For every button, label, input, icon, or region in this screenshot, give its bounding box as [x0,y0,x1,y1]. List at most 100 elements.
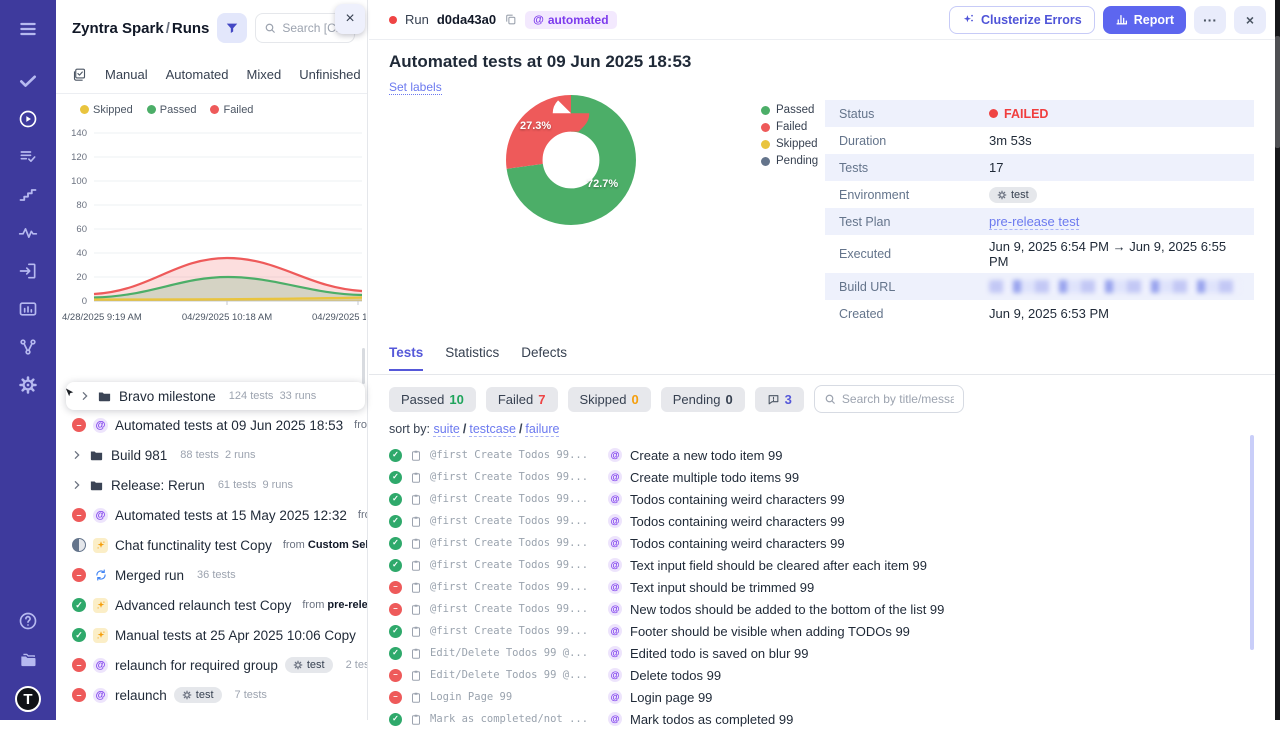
passed-status-icon: ✓ [389,515,402,528]
play-circle-icon[interactable] [0,100,56,138]
test-row[interactable]: ✓ @first Create Todos 99... @ Create a n… [389,444,1260,466]
legend-skipped: Skipped [80,104,133,116]
tests-search-input[interactable] [842,392,954,406]
steps-icon[interactable] [0,176,56,214]
sort-by-failure-link[interactable]: failure [525,422,559,437]
test-title: Text input should be trimmed 99 [630,580,814,595]
passed-percent-label: 72.7% [587,178,618,190]
test-row[interactable]: ✓ @first Create Todos 99... @ Todos cont… [389,532,1260,554]
app-logo[interactable]: T [15,686,41,712]
suite-name: @first Create Todos 99... [430,471,600,483]
clusterize-errors-button[interactable]: Clusterize Errors [949,6,1095,34]
filter-button[interactable] [217,13,247,43]
run-row[interactable]: – Merged run 36 tests [56,560,367,590]
svg-text:60: 60 [76,224,87,235]
tab-unfinished[interactable]: Unfinished [299,67,360,82]
settings-gear-icon[interactable] [0,366,56,404]
list-check-icon[interactable] [0,138,56,176]
sign-in-icon[interactable] [0,252,56,290]
tab-defects[interactable]: Defects [521,345,567,369]
folder-icon [97,389,112,404]
app-sidebar: T [0,0,56,720]
automated-run-icon: @ [93,658,108,673]
run-name: Manual tests at 25 Apr 2025 10:06 Copy [115,628,356,643]
run-overview: Automated tests at 09 Jun 2025 18:53 Set… [369,40,1280,345]
test-row[interactable]: – Edit/Delete Todos 99 @... @ Delete tod… [389,664,1260,686]
chevron-right-icon[interactable] [72,450,82,460]
sort-by-suite-link[interactable]: suite [433,422,459,437]
branch-icon[interactable] [0,328,56,366]
results-donut-chart: 27.3% 72.7% [505,94,637,226]
run-row[interactable]: – @ Automated tests at 15 May 2025 12:32… [56,500,367,530]
run-name: Build 981 [111,448,167,463]
test-row[interactable]: ✓ Mark as completed/not ... @ Mark todos… [389,708,1260,730]
set-labels-link[interactable]: Set labels [389,80,442,95]
test-title: New todos should be added to the bottom … [630,602,944,617]
run-row[interactable]: Chat functinality test Copy from Custom … [56,530,367,560]
run-row-folder[interactable]: Bravo milestone 124 tests 33 runs [66,382,365,410]
copy-icon[interactable] [504,13,517,26]
activity-icon[interactable] [0,214,56,252]
more-button[interactable]: ··· [1194,6,1226,34]
panel-close-button[interactable]: × [335,4,365,34]
filter-failed-button[interactable]: Failed7 [486,387,558,412]
run-header: Run d0da43a0 @automated Clusterize Error… [369,0,1280,40]
tab-manual[interactable]: Manual [105,67,148,82]
run-row[interactable]: – @ relaunch test 7 tests [56,680,367,710]
check-icon[interactable] [0,62,56,100]
svg-text:140: 140 [71,128,87,139]
tab-automated[interactable]: Automated [166,67,229,82]
suite-name: @first Create Todos 99... [430,581,600,593]
tab-mixed[interactable]: Mixed [247,67,282,82]
run-row[interactable]: – @ relaunch for required group test 2 t… [56,650,367,680]
filter-passed-button[interactable]: Passed10 [389,387,476,412]
clipboard-icon [410,625,422,638]
panel-scrollbar-thumb[interactable] [362,348,365,384]
tab-tests[interactable]: Tests [389,345,423,371]
merged-run-icon [93,568,108,583]
test-row[interactable]: ✓ @first Create Todos 99... @ Text input… [389,554,1260,576]
run-row-folder[interactable]: Release: Rerun 61 tests 9 runs [56,470,367,500]
chevron-right-icon[interactable] [80,391,90,401]
filter-comments-button[interactable]: 3 [755,387,804,412]
failed-status-icon: – [72,688,86,702]
window-scrollbar-thumb[interactable] [1275,36,1280,148]
report-button[interactable]: Report [1103,6,1186,34]
automated-icon: @ [608,668,622,682]
gear-icon [997,190,1007,200]
passed-status-icon: ✓ [389,537,402,550]
filter-skipped-button[interactable]: Skipped0 [568,387,651,412]
test-row[interactable]: – @first Create Todos 99... @ New todos … [389,598,1260,620]
test-plan-link[interactable]: pre-release test [989,214,1079,230]
test-title: Todos containing weird characters 99 [630,536,845,551]
run-detail-panel: Run d0da43a0 @automated Clusterize Error… [369,0,1280,720]
test-row[interactable]: ✓ @first Create Todos 99... @ Todos cont… [389,510,1260,532]
test-row[interactable]: – @first Create Todos 99... @ Text input… [389,576,1260,598]
filter-pending-button[interactable]: Pending0 [661,387,745,412]
run-name: Bravo milestone [119,389,216,404]
tab-statistics[interactable]: Statistics [445,345,499,369]
menu-icon[interactable] [0,10,56,48]
test-row[interactable]: – Login Page 99 @ Login page 99 [389,686,1260,708]
close-run-button[interactable]: × [1234,6,1266,34]
run-row-folder[interactable]: Build 981 88 tests 2 runs [56,440,367,470]
sort-by-testcase-link[interactable]: testcase [469,422,516,437]
window-scrollbar-track[interactable] [1275,0,1280,720]
run-row[interactable]: ✓ Advanced relaunch test Copy from pre-r… [56,590,367,620]
test-row[interactable]: ✓ @first Create Todos 99... @ Todos cont… [389,488,1260,510]
folders-icon[interactable] [0,640,56,678]
run-row[interactable]: – @ Automated tests at 09 Jun 2025 18:53… [56,410,367,440]
select-runs-icon[interactable] [72,67,87,82]
test-row[interactable]: ✓ @first Create Todos 99... @ Create mul… [389,466,1260,488]
chevron-right-icon[interactable] [72,480,82,490]
run-from: from Custom Selection [283,539,367,551]
run-row[interactable]: ✓ Manual tests at 25 Apr 2025 10:06 Copy… [56,620,367,650]
bar-chart-icon[interactable] [0,290,56,328]
test-row[interactable]: ✓ Edit/Delete Todos 99 @... @ Edited tod… [389,642,1260,664]
test-row[interactable]: ✓ @first Create Todos 99... @ Footer sho… [389,620,1260,642]
test-title: Footer should be visible when adding TOD… [630,624,910,639]
svg-text:04/29/2025 10:18 AM: 04/29/2025 10:18 AM [182,312,272,323]
help-icon[interactable] [0,602,56,640]
tests-scrollbar-thumb[interactable] [1250,435,1254,650]
tests-search[interactable] [814,385,964,413]
